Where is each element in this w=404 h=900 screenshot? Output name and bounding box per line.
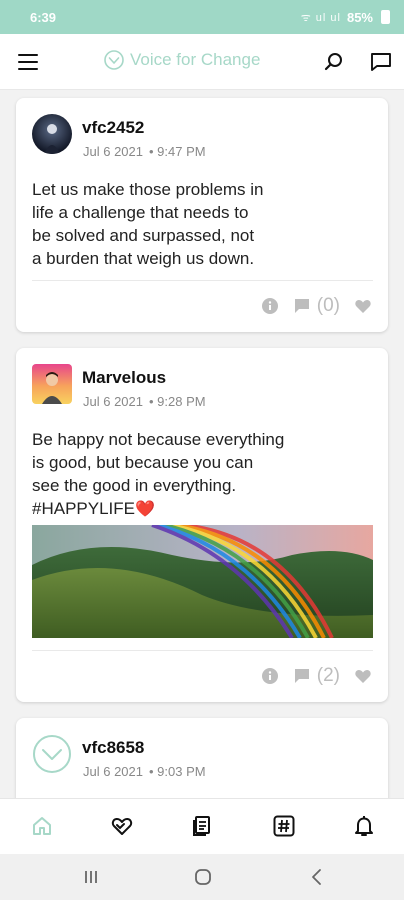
post-timestamp: Jul 6 2021 • 9:03 PM <box>83 764 206 779</box>
post-time: • 9:28 PM <box>149 394 206 409</box>
status-bar: 6:39 ᯤ ul ul 85% <box>0 0 404 34</box>
heart-emoji: ❤️ <box>135 501 155 518</box>
post-timestamp: Jul 6 2021 • 9:47 PM <box>83 144 206 159</box>
info-icon[interactable] <box>261 297 279 315</box>
comment-count: (2) <box>316 665 340 686</box>
post-text-line: see the good in everything. <box>32 476 237 495</box>
post-username[interactable]: vfc8658 <box>82 738 144 758</box>
card-divider <box>32 650 373 651</box>
post-timestamp: Jul 6 2021 • 9:28 PM <box>83 394 206 409</box>
app-bar: Voice for Change <box>0 34 404 90</box>
back-icon[interactable] <box>306 866 328 888</box>
post-text-line: Be happy not because everything <box>32 430 285 449</box>
post-feed[interactable]: vfc2452 Jul 6 2021 • 9:47 PM Let us make… <box>0 90 404 798</box>
post-text-line: #HAPPYLIFE❤️ <box>32 497 352 521</box>
signal-icons: ᯤ ul ul <box>300 11 341 24</box>
card-divider <box>32 280 373 281</box>
hamburger-menu-icon[interactable] <box>18 54 38 70</box>
post-username[interactable]: vfc2452 <box>82 118 144 138</box>
post-card[interactable]: vfc8658 Jul 6 2021 • 9:03 PM <box>16 718 388 798</box>
articles-icon[interactable] <box>190 814 214 838</box>
hashtag[interactable]: #HAPPYLIFE <box>32 499 135 518</box>
app-brand: Voice for Change <box>104 50 260 70</box>
comment-icon <box>294 669 309 683</box>
post-time: • 9:03 PM <box>149 764 206 779</box>
chat-icon[interactable] <box>369 50 393 74</box>
heart-icon[interactable] <box>354 297 372 315</box>
comment-button[interactable]: (2) <box>293 665 340 687</box>
comment-button[interactable]: (0) <box>293 295 340 317</box>
post-text-line: be solved and surpassed, not <box>32 226 255 245</box>
user-avatar[interactable] <box>32 364 72 404</box>
notifications-bell-icon[interactable] <box>352 814 376 838</box>
info-icon[interactable] <box>261 667 279 685</box>
home-button-icon[interactable] <box>192 866 214 888</box>
post-date: Jul 6 2021 <box>83 394 143 409</box>
battery-level: 85% <box>346 9 373 25</box>
post-card[interactable]: vfc2452 Jul 6 2021 • 9:47 PM Let us make… <box>16 98 388 332</box>
hashtag-icon[interactable] <box>272 814 296 838</box>
recent-apps-icon[interactable] <box>80 866 102 888</box>
post-date: Jul 6 2021 <box>83 764 143 779</box>
post-body: Be happy not because everything is good,… <box>32 428 352 521</box>
post-time: • 9:47 PM <box>149 144 206 159</box>
default-avatar-icon[interactable] <box>32 734 72 774</box>
brand-logo-icon <box>104 50 124 70</box>
battery-icon <box>381 10 390 24</box>
post-text-line: a burden that weigh us down. <box>32 249 255 268</box>
home-icon[interactable] <box>30 814 54 838</box>
post-body: Let us make those problems in life a cha… <box>32 178 332 270</box>
post-text-line: life a challenge that needs to <box>32 203 249 222</box>
post-card[interactable]: Marvelous Jul 6 2021 • 9:28 PM Be happy … <box>16 348 388 702</box>
status-time: 6:39 <box>30 9 57 25</box>
support-heart-icon[interactable] <box>110 814 134 838</box>
system-navigation-bar <box>0 854 404 900</box>
user-avatar[interactable] <box>32 114 72 154</box>
app-title: Voice for Change <box>130 50 261 69</box>
post-text-line: Let us make those problems in <box>32 180 264 199</box>
post-date: Jul 6 2021 <box>83 144 143 159</box>
comment-count: (0) <box>316 295 340 316</box>
post-image[interactable] <box>32 525 373 638</box>
post-actions: (2) <box>261 665 372 687</box>
comment-icon <box>294 299 309 313</box>
post-text-line: is good, but because you can <box>32 453 254 472</box>
post-actions: (0) <box>261 295 372 317</box>
search-icon[interactable] <box>322 50 346 74</box>
post-username[interactable]: Marvelous <box>82 368 166 388</box>
heart-icon[interactable] <box>354 667 372 685</box>
bottom-navigation <box>0 798 404 854</box>
